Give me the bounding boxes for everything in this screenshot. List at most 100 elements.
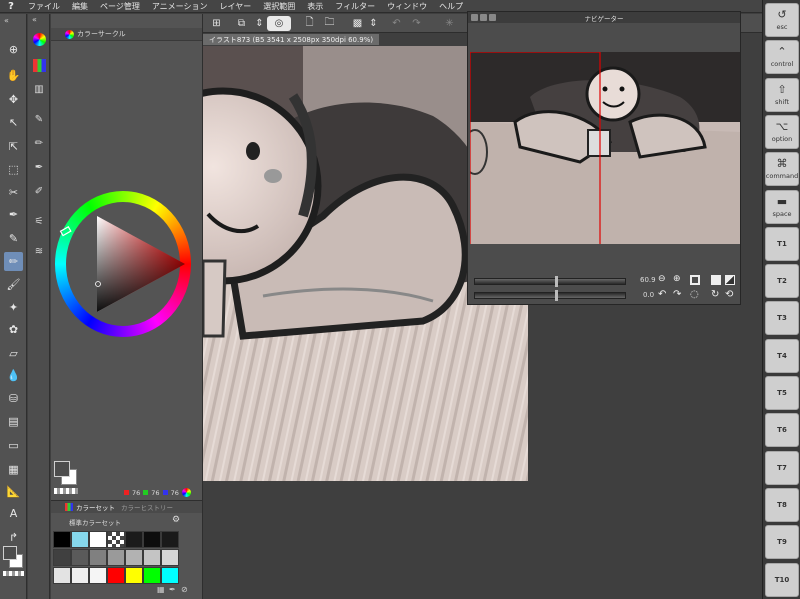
- menu-filter[interactable]: フィルター: [329, 1, 381, 12]
- rotation-slider[interactable]: [474, 290, 626, 301]
- navigator-title-bar[interactable]: ナビゲーター: [468, 12, 740, 23]
- color-swatch[interactable]: [89, 549, 107, 566]
- flip-horizontal-icon[interactable]: [711, 275, 721, 285]
- new-file-icon[interactable]: 🗋: [301, 16, 318, 31]
- expand-icon[interactable]: [489, 14, 496, 21]
- subtool-pen-icon[interactable]: ✎: [30, 110, 48, 128]
- shortcut-shift-button[interactable]: ⇧ shift: [765, 77, 799, 112]
- color-swatch[interactable]: [53, 531, 71, 548]
- lasso-icon[interactable]: ✂: [4, 183, 23, 202]
- rotate-left-icon[interactable]: ↶: [658, 289, 666, 300]
- shortcut-t8-button[interactable]: T8: [765, 487, 799, 522]
- up-down-icon[interactable]: ⇕: [251, 16, 268, 31]
- color-swatch[interactable]: [71, 549, 89, 566]
- app-logo[interactable]: ?: [0, 1, 22, 12]
- eraser-icon[interactable]: ▱: [4, 344, 23, 363]
- subtool-pencil-icon[interactable]: ✏: [30, 134, 48, 152]
- menu-animation[interactable]: アニメーション: [146, 1, 214, 12]
- navigator-preview[interactable]: [470, 52, 740, 244]
- color-history-tab[interactable]: カラーヒストリー: [121, 502, 173, 512]
- grid-menu-icon[interactable]: ⊞: [208, 16, 225, 31]
- transparent-color-swatch[interactable]: [3, 571, 24, 576]
- menu-selection[interactable]: 選択範囲: [257, 1, 301, 12]
- color-wheel[interactable]: [53, 189, 193, 339]
- color-set-tab[interactable]: カラーセット: [76, 502, 115, 512]
- shortcut-t4-button[interactable]: T4: [765, 338, 799, 373]
- cloud-sync-icon[interactable]: ◎: [267, 16, 291, 31]
- selection-icon[interactable]: ⬚: [4, 160, 23, 179]
- color-swatch[interactable]: [161, 531, 179, 548]
- new-canvas-icon[interactable]: ⧉: [233, 16, 250, 31]
- shortcut-control-button[interactable]: ⌃ control: [765, 40, 799, 75]
- rotation-slider-handle[interactable]: [555, 290, 558, 301]
- shortcut-esc-button[interactable]: ↺ esc: [765, 3, 799, 37]
- color-swatch[interactable]: [107, 531, 125, 548]
- zoom-in-icon[interactable]: ⊕: [673, 274, 681, 284]
- shortcut-t2-button[interactable]: T2: [765, 264, 799, 299]
- color-swatch[interactable]: [89, 531, 107, 548]
- color-mode-icon[interactable]: [181, 488, 191, 497]
- color-swatch[interactable]: [125, 531, 143, 548]
- menu-edit[interactable]: 編集: [66, 1, 94, 12]
- color-swatch[interactable]: [161, 549, 179, 566]
- color-swatch[interactable]: [89, 567, 107, 584]
- shortcut-option-button[interactable]: ⌥ option: [765, 114, 799, 149]
- pencil-icon[interactable]: ✏: [4, 252, 23, 271]
- color-swatch[interactable]: [143, 549, 161, 566]
- gradient-icon[interactable]: ▤: [4, 412, 23, 431]
- menu-help[interactable]: ヘルプ: [433, 1, 469, 12]
- pen-icon[interactable]: ✎: [4, 229, 23, 248]
- rotate-right-icon[interactable]: ↷: [673, 289, 681, 300]
- panel-main-color[interactable]: [54, 461, 70, 477]
- main-color-swatch[interactable]: [3, 546, 17, 560]
- color-set-tab-icon[interactable]: [30, 56, 48, 74]
- save-icon[interactable]: ▩: [349, 16, 366, 31]
- collapse-icon[interactable]: «: [32, 15, 37, 24]
- undo-icon[interactable]: ↶: [388, 16, 405, 31]
- shortcut-t1-button[interactable]: T1: [765, 226, 799, 261]
- reset-rotation-icon[interactable]: ◌: [690, 289, 699, 300]
- color-swatch[interactable]: [53, 549, 71, 566]
- shortcut-t10-button[interactable]: T10: [765, 562, 799, 597]
- eyedrop-color-icon[interactable]: ✒: [169, 585, 176, 594]
- select-all-icon[interactable]: ✳: [441, 16, 458, 31]
- color-swatch[interactable]: [143, 531, 161, 548]
- zoom-out-icon[interactable]: ⊖: [658, 274, 666, 284]
- fit-to-window-icon[interactable]: [690, 275, 700, 285]
- text-icon[interactable]: A: [4, 504, 23, 523]
- color-swatch[interactable]: [161, 567, 179, 584]
- brush-size-icon[interactable]: ≋: [30, 242, 48, 260]
- color-swatch[interactable]: [53, 567, 71, 584]
- redo-icon[interactable]: ↷: [408, 16, 425, 31]
- reset-view-icon[interactable]: ⟲: [725, 289, 733, 300]
- shortcut-t3-button[interactable]: T3: [765, 301, 799, 336]
- layer-tab-icon[interactable]: ▥: [30, 80, 48, 98]
- menu-view[interactable]: 表示: [301, 1, 329, 12]
- rotate-reset-icon[interactable]: ↻: [711, 289, 719, 300]
- frame-icon[interactable]: ▦: [4, 460, 23, 479]
- shortcut-t6-button[interactable]: T6: [765, 413, 799, 448]
- ruler-icon[interactable]: 📐: [4, 482, 23, 501]
- collapse-icon[interactable]: «: [4, 16, 9, 25]
- color-swatch[interactable]: [125, 549, 143, 566]
- color-set-selector[interactable]: 標準カラーセット: [69, 517, 169, 527]
- airbrush-icon[interactable]: ✦: [4, 298, 23, 317]
- blend-icon[interactable]: 💧: [4, 366, 23, 385]
- menu-window[interactable]: ウィンドウ: [381, 1, 433, 12]
- shortcut-command-button[interactable]: ⌘ command: [765, 152, 799, 187]
- close-icon[interactable]: [471, 14, 478, 21]
- color-swatch[interactable]: [107, 549, 125, 566]
- move-icon[interactable]: ✥: [4, 90, 23, 109]
- flip-vertical-icon[interactable]: [725, 275, 735, 285]
- document-tab[interactable]: イラスト873 (B5 3541 x 2508px 350dpi 60.9%): [203, 34, 380, 45]
- subtool-marker-icon[interactable]: ✐: [30, 182, 48, 200]
- zoom-icon[interactable]: ⊕: [4, 40, 23, 59]
- zoom-slider[interactable]: [474, 276, 626, 287]
- menu-file[interactable]: ファイル: [22, 1, 66, 12]
- tool-property-icon[interactable]: ⚟: [30, 212, 48, 230]
- figure-icon[interactable]: ▭: [4, 436, 23, 455]
- menu-page[interactable]: ページ管理: [94, 1, 146, 12]
- shortcut-space-button[interactable]: ▬ space: [765, 189, 799, 224]
- layer-move-icon[interactable]: ⇱: [4, 137, 23, 156]
- brush-icon[interactable]: 🖌: [4, 275, 23, 294]
